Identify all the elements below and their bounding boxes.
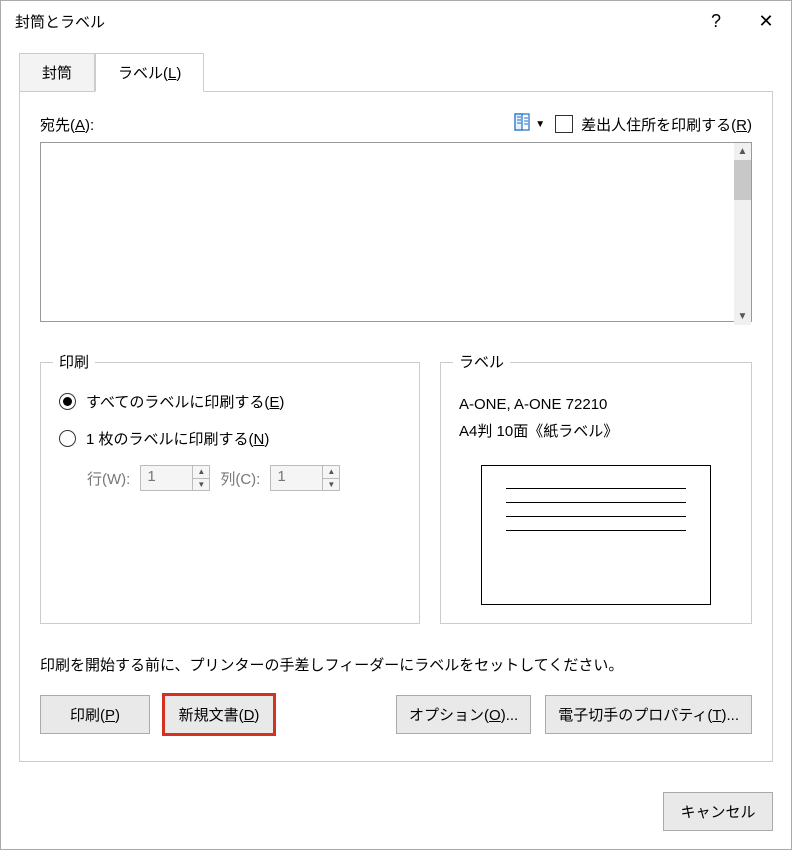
- preview-line: [506, 516, 686, 517]
- address-label-key: A: [75, 117, 85, 134]
- tab-label-suffix: ): [176, 65, 181, 82]
- radio-one-text: 1 枚のラベルに印刷する(: [86, 431, 254, 448]
- epost-button-text: 電子切手のプロパティ(: [558, 707, 712, 724]
- label-group[interactable]: ラベル A-ONE, A-ONE 72210 A4判 10面《紙ラベル》: [440, 362, 752, 624]
- tab-envelope[interactable]: 封筒: [19, 53, 95, 92]
- label-preview: [481, 465, 711, 605]
- label-group-title: ラベル: [453, 351, 510, 372]
- col-spin-buttons[interactable]: ▲▼: [322, 466, 339, 490]
- row-spin-buttons[interactable]: ▲▼: [192, 466, 209, 490]
- row-label: 行(W):: [87, 468, 130, 489]
- address-label-text: 宛先(: [40, 117, 75, 134]
- preview-line: [506, 530, 686, 531]
- col-spinner[interactable]: 1 ▲▼: [270, 465, 340, 491]
- scroll-thumb[interactable]: [734, 160, 751, 200]
- address-label: 宛先(A):: [40, 114, 503, 135]
- radio-all-row[interactable]: すべてのラベルに印刷する(E): [59, 391, 401, 412]
- dialog-window: 封筒とラベル ? ✕ 封筒 ラベル(L) 宛先(A): ▼: [0, 0, 792, 850]
- preview-line: [506, 488, 686, 489]
- options-button-key: O: [489, 707, 501, 724]
- radio-one-key: N: [254, 431, 265, 448]
- label-spec: A4判 10面《紙ラベル》: [459, 418, 733, 445]
- scroll-up-icon[interactable]: ▲: [734, 143, 751, 160]
- radio-all[interactable]: [59, 393, 76, 410]
- return-address-checkbox-wrap[interactable]: 差出人住所を印刷する(R): [555, 114, 752, 135]
- radio-one-row[interactable]: 1 枚のラベルに印刷する(N): [59, 428, 401, 449]
- row-col-inputs: 行(W): 1 ▲▼ 列(C): 1 ▲▼: [59, 465, 401, 491]
- tab-label[interactable]: ラベル(L): [95, 53, 204, 92]
- address-book-icon: [513, 112, 533, 136]
- dialog-footer: キャンセル: [1, 780, 791, 849]
- return-address-label: 差出人住所を印刷する(R): [581, 114, 752, 135]
- radio-one[interactable]: [59, 430, 76, 447]
- return-address-key: R: [736, 117, 747, 134]
- radio-all-label: すべてのラベルに印刷する(E): [86, 391, 284, 412]
- titlebar-controls: ? ✕: [691, 1, 791, 41]
- epost-button-suffix: )...: [722, 707, 740, 724]
- tab-strip: 封筒 ラベル(L): [19, 53, 773, 92]
- scrollbar[interactable]: ▲ ▼: [734, 143, 751, 325]
- options-button-suffix: )...: [501, 707, 519, 724]
- newdoc-button-suffix: ): [254, 707, 259, 724]
- return-address-checkbox[interactable]: [555, 115, 573, 133]
- options-button[interactable]: オプション(O)...: [396, 695, 531, 734]
- return-address-text: 差出人住所を印刷する(: [581, 117, 736, 134]
- address-textarea[interactable]: [40, 142, 752, 322]
- return-address-suffix: ): [747, 117, 752, 134]
- options-button-text: オプション(: [409, 707, 489, 724]
- newdoc-button-text: 新規文書(: [179, 707, 244, 724]
- preview-line: [506, 502, 686, 503]
- dropdown-icon: ▼: [535, 119, 545, 130]
- address-header: 宛先(A): ▼ 差出人住所を印刷する(R): [40, 112, 752, 136]
- spin-up-icon[interactable]: ▲: [193, 466, 209, 479]
- spin-down-icon[interactable]: ▼: [323, 479, 339, 491]
- titlebar: 封筒とラベル ? ✕: [1, 1, 791, 41]
- cancel-button[interactable]: キャンセル: [663, 792, 773, 831]
- col-label: 列(C):: [220, 468, 260, 489]
- groups-row: 印刷 すべてのラベルに印刷する(E) 1 枚のラベルに印刷する(N): [40, 362, 752, 624]
- radio-all-key: E: [269, 394, 279, 411]
- client-area: 封筒 ラベル(L) 宛先(A): ▼ 差出人住所を印: [1, 41, 791, 780]
- print-group-title: 印刷: [53, 351, 95, 372]
- print-button[interactable]: 印刷(P): [40, 695, 150, 734]
- radio-one-suffix: ): [264, 431, 269, 448]
- scroll-down-icon[interactable]: ▼: [734, 308, 751, 325]
- print-button-text: 印刷(: [70, 707, 105, 724]
- newdoc-button-key: D: [244, 707, 255, 724]
- radio-one-label: 1 枚のラベルに印刷する(N): [86, 428, 269, 449]
- close-button[interactable]: ✕: [741, 1, 791, 41]
- window-title: 封筒とラベル: [15, 11, 691, 32]
- row-value: 1: [141, 466, 192, 490]
- spin-down-icon[interactable]: ▼: [193, 479, 209, 491]
- print-button-key: P: [105, 707, 115, 724]
- print-group: 印刷 すべてのラベルに印刷する(E) 1 枚のラベルに印刷する(N): [40, 362, 420, 624]
- col-value: 1: [271, 466, 322, 490]
- label-vendor: A-ONE, A-ONE 72210: [459, 391, 733, 418]
- label-info: A-ONE, A-ONE 72210 A4判 10面《紙ラベル》: [459, 391, 733, 445]
- spacer: [288, 695, 382, 734]
- radio-all-text: すべてのラベルに印刷する(: [86, 394, 269, 411]
- radio-all-suffix: ): [279, 394, 284, 411]
- row-spinner[interactable]: 1 ▲▼: [140, 465, 210, 491]
- spin-up-icon[interactable]: ▲: [323, 466, 339, 479]
- address-textarea-wrap: ▲ ▼: [40, 142, 752, 326]
- epost-button-key: T: [712, 707, 721, 724]
- new-document-button[interactable]: 新規文書(D): [164, 695, 274, 734]
- print-button-suffix: ): [115, 707, 120, 724]
- button-row: 印刷(P) 新規文書(D) オプション(O)... 電子切手のプロパティ(T).…: [40, 695, 752, 734]
- epostage-button[interactable]: 電子切手のプロパティ(T)...: [545, 695, 752, 734]
- tab-panel-label: 宛先(A): ▼ 差出人住所を印刷する(R): [19, 91, 773, 762]
- hint-text: 印刷を開始する前に、プリンターの手差しフィーダーにラベルをセットしてください。: [40, 654, 752, 675]
- address-label-suffix: ):: [85, 117, 94, 134]
- help-button[interactable]: ?: [691, 1, 741, 41]
- tab-label-text: ラベル(: [118, 65, 168, 82]
- address-book-button[interactable]: ▼: [513, 112, 545, 136]
